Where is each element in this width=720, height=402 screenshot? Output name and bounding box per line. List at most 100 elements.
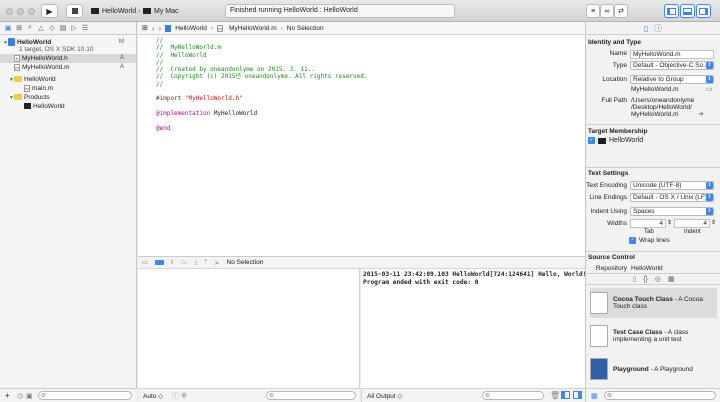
group-row-helloworld[interactable]: ▼ HelloWorld [0,75,136,84]
step-in-icon[interactable]: ⤓ [194,259,197,267]
folder-icon[interactable]: ▣ [4,24,12,32]
indent-using-select[interactable]: Spaces ⇕ [630,207,714,216]
forward-button[interactable]: › [159,24,162,33]
quick-help-icon[interactable]: ⓘ [654,23,662,34]
file-row-h[interactable]: h MyHelloWorld.h A [0,54,136,63]
assistant-editor-button[interactable]: ∞ [600,4,614,18]
search-icon[interactable]: ⌕ [26,24,34,32]
pause-icon[interactable]: ‖ [171,259,174,266]
breakpoint-icon[interactable]: ▷ [70,24,78,32]
wrap-lines-checkbox[interactable]: ✓ Wrap lines [629,237,670,244]
warning-icon[interactable]: △ [37,24,45,32]
group-name: HelloWorld [24,76,56,83]
clock-icon[interactable]: ◷ [17,392,23,400]
scheme-selector[interactable]: HelloWorld [91,5,136,17]
folder-icon[interactable]: ▭ [706,85,713,93]
code-keyword: @end [156,124,171,132]
split-right-icon[interactable] [573,391,582,399]
breadcrumb-file[interactable]: MyHelloWorld.m [229,25,277,32]
identity-section-title: Identity and Type [588,39,641,46]
info-icon[interactable]: ⓘ [172,391,179,401]
breadcrumb-project[interactable]: HelloWorld [175,25,207,32]
icon-view-icon[interactable]: ▦ [591,392,598,400]
line-endings-select[interactable]: Default - OS X / Unix (LF) ⇕ [630,193,714,202]
standard-editor-button[interactable]: ≡ [586,4,600,18]
console-filter-input[interactable]: ⊜ [482,391,544,400]
file-row-m[interactable]: m MyHelloWorld.m A [0,63,136,72]
trash-icon[interactable]: 🗑 [550,391,560,400]
mac-icon [143,8,151,14]
breakpoints-toggle-icon[interactable] [154,260,164,265]
split-left-icon[interactable] [561,391,570,399]
scm-icon[interactable]: ▣ [26,392,33,400]
breadcrumb-symbol[interactable]: No Selection [287,25,324,32]
console-output[interactable]: 2015-03-11 23:42:09.103 HelloWorld[724:1… [361,269,587,388]
indent-width-field[interactable]: 4 [674,219,710,228]
object-library-icon[interactable]: ◎ [655,275,661,283]
variables-filter-input[interactable]: ⊜ [266,391,356,400]
hide-debug-area-icon[interactable]: ▭ [142,259,148,266]
step-out-icon[interactable]: ⤒ [204,259,207,267]
code-comment: // Copyright (c) 2015년 oneandonlyme. All… [156,73,368,81]
output-selector[interactable]: All Output ◇ [367,392,402,400]
name-field[interactable]: MyHelloWorld.m [630,50,714,59]
zoom-window-button[interactable] [28,8,35,15]
checkbox-checked-icon[interactable]: ✓ [629,237,636,244]
toggle-utilities-button[interactable] [696,4,711,18]
tab-width-field[interactable]: 4 [630,219,666,228]
destination-selector[interactable]: My Mac [143,5,179,17]
minimize-window-button[interactable] [17,8,24,15]
code-comment: // HelloWorld [156,51,207,59]
test-icon[interactable]: ◇ [48,24,56,32]
reveal-arrow-icon[interactable]: ➔ [698,110,704,118]
report-icon[interactable]: ☰ [81,24,89,32]
line-endings-value: Default - OS X / Unix (LF) [633,194,708,201]
navigator-filter-input[interactable]: ⊜ [38,391,132,400]
source-editor[interactable]: // // MyHelloWorld.m // HelloWorld // //… [138,35,585,256]
indent-using-label: Indent Using [590,208,628,215]
debug-icon[interactable]: ▤ [59,24,67,32]
file-row-main[interactable]: m main.m [0,84,136,93]
template-test-case[interactable]: Test Case Class - A class implementing a… [590,321,717,351]
library-filter-input[interactable]: ⊜ [604,391,716,400]
eye-icon[interactable]: ◉ [181,391,187,399]
symbol-icon[interactable]: ⊞ [15,24,23,32]
template-cocoa-touch[interactable]: Cocoa Touch Class - A Cocoa Touch class [590,288,717,318]
encoding-select[interactable]: Unicode (UTF-8) ⇕ [630,181,714,190]
stop-button[interactable] [66,4,83,18]
template-playground[interactable]: Playground - A Playground [590,354,717,384]
stepper-icon[interactable]: ⇕ [711,219,716,226]
variables-view[interactable] [138,269,360,388]
encoding-label: Text Encoding [586,182,627,189]
back-button[interactable]: ‹ [152,24,155,33]
run-button[interactable]: ▶ [41,4,58,18]
stop-icon [71,8,78,14]
code-area: // // MyHelloWorld.m // HelloWorld // //… [138,35,585,132]
step-over-icon[interactable]: ⤼ [180,259,187,267]
file-template-icon[interactable]: ▯ [632,275,636,283]
code-blank [138,88,585,95]
toggle-debug-area-button[interactable] [680,4,695,18]
code-snippet-icon[interactable]: {} [643,276,648,283]
destination-label: My Mac [154,7,179,15]
checkbox-checked-icon[interactable]: ✓ [588,137,595,144]
stepper-icon[interactable]: ⇕ [667,219,672,226]
version-editor-button[interactable]: ⇄ [614,4,628,18]
name-label: Name [609,50,627,57]
location-icon[interactable]: ➤ [214,259,219,267]
add-icon[interactable]: + [5,391,10,400]
media-library-icon[interactable]: ▦ [668,275,675,283]
product-name: HelloWorld [33,103,65,110]
file-inspector-icon[interactable]: ▯ [644,24,648,33]
type-select[interactable]: Default - Objective-C So... ⇕ [630,61,714,70]
product-row[interactable]: HelloWorld [0,102,136,111]
toggle-navigator-button[interactable] [664,4,679,18]
location-select[interactable]: Relative to Group ⇕ [630,75,714,84]
related-items-icon[interactable]: ⊞ [142,24,148,32]
scope-selector[interactable]: Auto ◇ [143,392,163,400]
target-row[interactable]: ✓ HelloWorld [588,137,643,144]
group-row-products[interactable]: ▼ Products [0,93,136,102]
debug-selection: No Selection [226,259,264,266]
close-window-button[interactable] [6,8,13,15]
play-icon: ▶ [46,6,53,16]
